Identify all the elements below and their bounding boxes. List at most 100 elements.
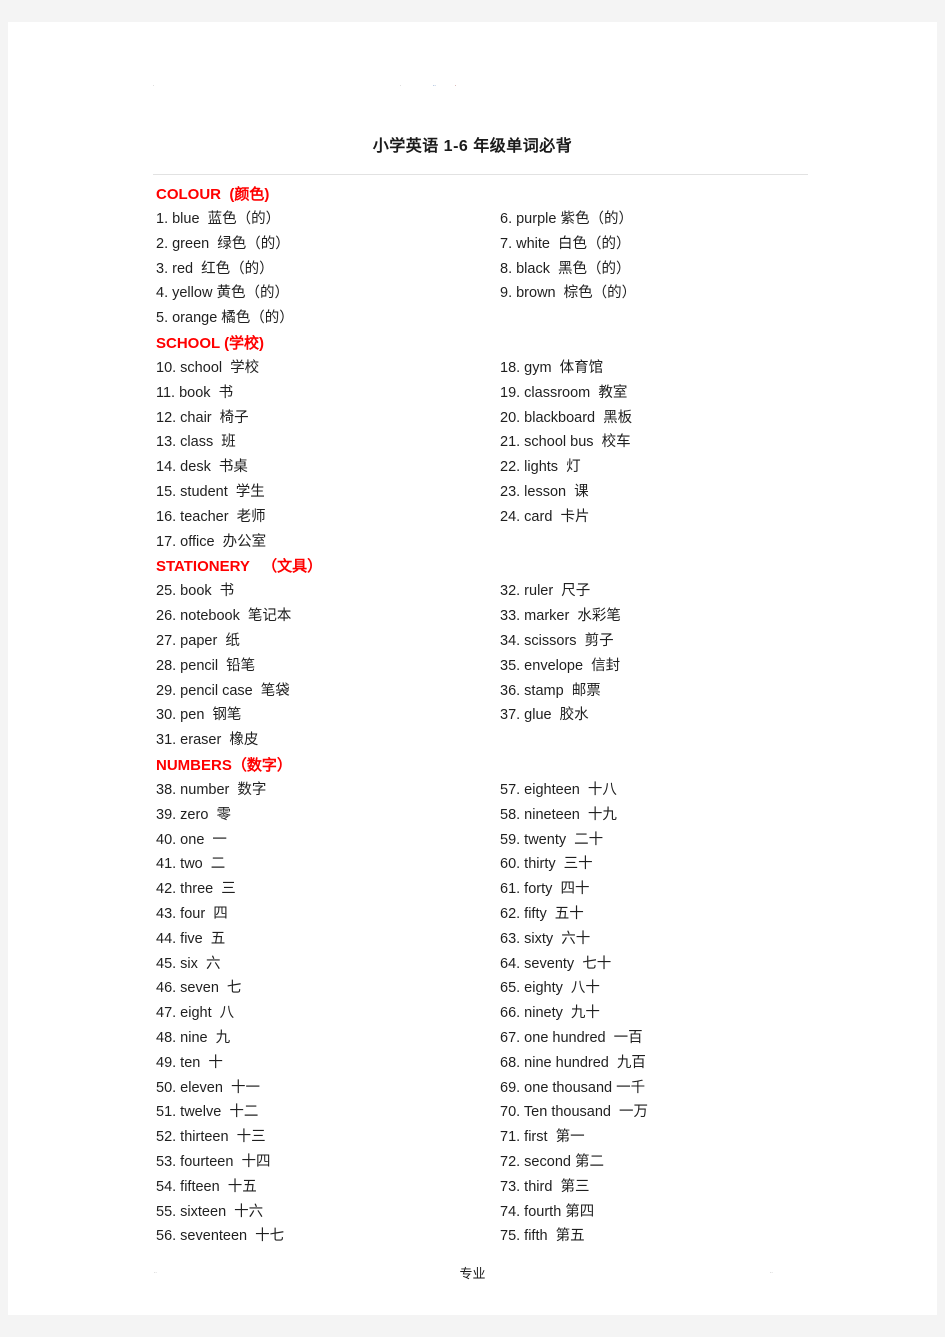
word-entry: 70. Ten thousand 一万 xyxy=(500,1104,649,1121)
word-section: STATIONERY （文具） 25. book 书 26. notebook 笔记… xyxy=(8,554,937,753)
word-entry: 22. lights 灯 xyxy=(500,459,581,476)
word-entry: 48. nine 九 xyxy=(156,1029,231,1046)
word-entry: 62. fifty 五十 xyxy=(500,905,584,922)
word-section: SCHOOL (学校) 10. school 学校 11. book 书 12. ch… xyxy=(8,331,937,554)
header-mark-middle: . xyxy=(400,82,402,88)
section-heading: NUMBERS（数字） xyxy=(156,756,292,774)
document-page: . . .. . 小学英语 1-6 年级单词必背 COLOUR (颜色) 1. b… xyxy=(8,22,937,1315)
word-entry: 36. stamp 邮票 xyxy=(500,682,601,699)
word-entry: 44. five 五 xyxy=(156,930,226,947)
word-entry: 63. sixty 六十 xyxy=(500,930,591,947)
word-entry: 2. green 绿色（的） xyxy=(156,235,290,252)
word-entry: 43. four 四 xyxy=(156,905,228,922)
word-entry: 53. fourteen 十四 xyxy=(156,1153,271,1170)
word-section: COLOUR (颜色) 1. blue 蓝色（的） 2. green 绿色（的） 3.… xyxy=(8,182,937,331)
section-heading: STATIONERY （文具） xyxy=(156,558,323,576)
word-entry: 74. fourth 第四 xyxy=(500,1203,595,1220)
word-entry: 26. notebook 笔记本 xyxy=(156,608,292,625)
word-entry: 50. eleven 十一 xyxy=(156,1079,260,1096)
word-entry: 60. thirty 三十 xyxy=(500,856,593,873)
word-entry: 25. book 书 xyxy=(156,583,235,600)
word-entry: 6. purple 紫色（的） xyxy=(500,211,633,227)
word-entry: 8. black 黑色（的） xyxy=(500,260,631,277)
word-column-right: 18. gym 体育馆 19. classroom 教室 20. blackboar… xyxy=(500,356,840,530)
word-entry: 68. nine hundred 九百 xyxy=(500,1054,646,1071)
word-entry: 5. orange 橘色（的） xyxy=(156,310,294,327)
section-heading: COLOUR (颜色) xyxy=(156,186,270,203)
word-column-right: 32. ruler 尺子 33. marker 水彩笔 34. scissors 剪… xyxy=(500,579,840,728)
word-column-right: 6. purple 紫色（的） 7. white 白色（的） 8. black 黑色… xyxy=(500,207,840,306)
word-entry: 17. office 办公室 xyxy=(156,533,267,550)
word-entry: 34. scissors 剪子 xyxy=(500,632,614,649)
word-entry: 24. card 卡片 xyxy=(500,508,590,525)
word-list-content: COLOUR (颜色) 1. blue 蓝色（的） 2. green 绿色（的） 3.… xyxy=(8,182,937,1249)
section-heading: SCHOOL (学校) xyxy=(156,335,265,352)
section-columns: 38. number 数字 39. zero 零 40. one 一 41. two … xyxy=(8,778,937,1249)
word-entry: 9. brown 棕色（的） xyxy=(500,285,637,302)
word-entry: 7. white 白色（的） xyxy=(500,235,631,252)
word-entry: 69. one thousand 一千 xyxy=(500,1079,646,1096)
word-entry: 20. blackboard 黑板 xyxy=(500,409,633,426)
word-entry: 55. sixteen 十六 xyxy=(156,1203,264,1220)
word-entry: 18. gym 体育馆 xyxy=(500,360,604,376)
word-entry: 65. eighty 八十 xyxy=(500,980,600,997)
word-entry: 73. third 第三 xyxy=(500,1178,590,1195)
word-entry: 39. zero 零 xyxy=(156,806,231,823)
word-entry: 32. ruler 尺子 xyxy=(500,583,591,600)
word-entry: 59. twenty 二十 xyxy=(500,831,604,848)
word-entry: 71. first 第一 xyxy=(500,1129,585,1146)
word-entry: 29. pencil case 笔袋 xyxy=(156,682,290,699)
page-footer: .. 专业 .. xyxy=(8,1263,937,1281)
footer-text: 专业 xyxy=(459,1266,486,1281)
header-mark-middle-3: . xyxy=(455,82,457,88)
word-entry: 37. glue 胶水 xyxy=(500,707,589,724)
word-entry: 41. two 二 xyxy=(156,856,226,873)
word-entry: 3. red 红色（的） xyxy=(156,260,274,277)
word-entry: 57. eighteen 十八 xyxy=(500,781,617,798)
word-entry: 23. lesson 课 xyxy=(500,483,589,500)
word-entry: 45. six 六 xyxy=(156,955,221,972)
footer-mark-right: .. xyxy=(770,1269,773,1275)
word-entry: 47. eight 八 xyxy=(156,1005,235,1022)
word-column-left: 38. number 数字 39. zero 零 40. one 一 41. two … xyxy=(156,778,496,1249)
header-mark-left: . xyxy=(153,82,155,88)
word-entry: 67. one hundred 一百 xyxy=(500,1029,643,1046)
word-entry: 16. teacher 老师 xyxy=(156,508,266,525)
word-entry: 64. seventy 七十 xyxy=(500,955,612,972)
word-entry: 13. class 班 xyxy=(156,434,236,451)
word-entry: 15. student 学生 xyxy=(156,483,265,500)
word-entry: 58. nineteen 十九 xyxy=(500,806,617,823)
word-entry: 12. chair 椅子 xyxy=(156,409,249,426)
word-column-left: 10. school 学校 11. book 书 12. chair 椅子 13. c… xyxy=(156,356,496,554)
word-entry: 30. pen 钢笔 xyxy=(156,707,242,724)
section-columns: 10. school 学校 11. book 书 12. chair 椅子 13. c… xyxy=(8,356,937,554)
word-column-left: 25. book 书 26. notebook 笔记本 27. paper 纸 28.… xyxy=(156,579,496,753)
word-entry: 42. three 三 xyxy=(156,881,236,898)
word-entry: 31. eraser 橡皮 xyxy=(156,732,259,749)
word-entry: 54. fifteen 十五 xyxy=(156,1178,257,1195)
word-entry: 38. number 数字 xyxy=(156,781,267,798)
word-entry: 28. pencil 铅笔 xyxy=(156,657,256,674)
word-entry: 19. classroom 教室 xyxy=(500,384,628,401)
word-column-right: 57. eighteen 十八 58. nineteen 十九 59. twenty… xyxy=(500,778,840,1249)
word-column-left: 1. blue 蓝色（的） 2. green 绿色（的） 3. red 红色（的） 4… xyxy=(156,207,496,331)
word-entry: 35. envelope 信封 xyxy=(500,657,621,674)
word-entry: 46. seven 七 xyxy=(156,980,242,997)
word-entry: 61. forty 四十 xyxy=(500,881,590,898)
header-mark-middle-2: .. xyxy=(433,82,436,88)
page-header-marks: . . .. . xyxy=(8,82,937,96)
word-section: NUMBERS（数字） 38. number 数字 39. zero 零 40. on… xyxy=(8,753,937,1249)
word-entry: 1. blue 蓝色（的） xyxy=(156,211,281,227)
word-entry: 33. marker 水彩笔 xyxy=(500,608,621,625)
title-divider xyxy=(153,174,808,175)
word-entry: 27. paper 纸 xyxy=(156,632,240,649)
word-entry: 72. second 第二 xyxy=(500,1153,604,1170)
word-entry: 21. school bus 校车 xyxy=(500,434,631,451)
word-entry: 10. school 学校 xyxy=(156,360,260,376)
section-columns: 1. blue 蓝色（的） 2. green 绿色（的） 3. red 红色（的） 4… xyxy=(8,207,937,331)
word-entry: 56. seventeen 十七 xyxy=(156,1228,285,1245)
word-entry: 75. fifth 第五 xyxy=(500,1228,585,1245)
word-entry: 51. twelve 十二 xyxy=(156,1104,259,1121)
section-columns: 25. book 书 26. notebook 笔记本 27. paper 纸 28.… xyxy=(8,579,937,753)
word-entry: 4. yellow 黄色（的） xyxy=(156,285,289,302)
